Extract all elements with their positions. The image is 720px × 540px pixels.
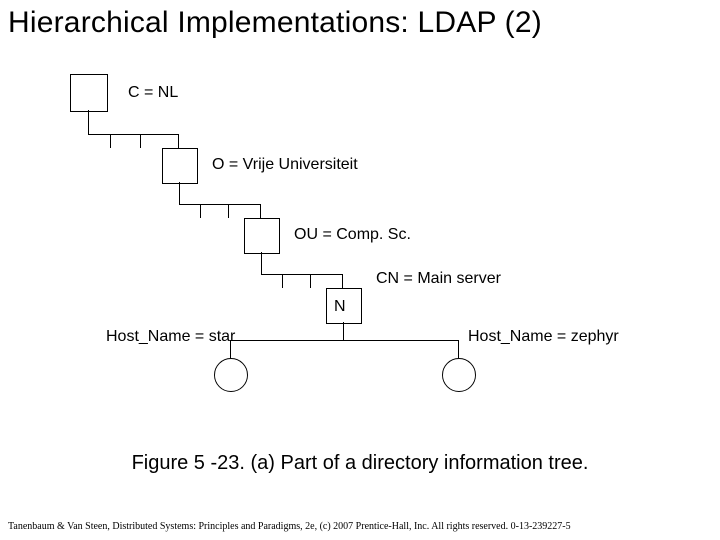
label-ou: OU = Comp. Sc.	[294, 226, 411, 244]
edge	[200, 204, 201, 218]
node-o	[162, 148, 198, 184]
label-host-left: Host_Name = star	[106, 328, 235, 346]
edge	[260, 204, 261, 218]
edge	[140, 134, 141, 148]
edge	[179, 182, 180, 204]
edge	[310, 274, 311, 288]
node-c	[70, 74, 108, 112]
edge	[228, 204, 229, 218]
edge	[110, 134, 111, 148]
node-cn-text: N	[334, 298, 346, 316]
label-c: C = NL	[128, 84, 178, 102]
edge	[230, 340, 458, 341]
edge	[179, 204, 261, 205]
edge	[261, 252, 262, 274]
edge	[88, 110, 89, 134]
edge	[342, 274, 343, 288]
edge	[178, 134, 179, 148]
edge	[261, 274, 343, 275]
label-host-right: Host_Name = zephyr	[468, 328, 619, 346]
edge	[282, 274, 283, 288]
page-title: Hierarchical Implementations: LDAP (2)	[8, 6, 542, 40]
ldap-tree-diagram: C = NL O = Vrije Universiteit OU = Comp.…	[70, 74, 630, 394]
edge	[458, 340, 459, 358]
leaf-zephyr	[442, 358, 476, 392]
figure-caption: Figure 5 -23. (a) Part of a directory in…	[0, 452, 720, 475]
edge	[88, 134, 178, 135]
node-ou	[244, 218, 280, 254]
slide: Hierarchical Implementations: LDAP (2) C…	[0, 0, 720, 540]
footer-credit: Tanenbaum & Van Steen, Distributed Syste…	[8, 521, 571, 532]
edge	[343, 322, 344, 340]
label-cn: CN = Main server	[376, 270, 501, 288]
label-o: O = Vrije Universiteit	[212, 156, 358, 174]
leaf-star	[214, 358, 248, 392]
